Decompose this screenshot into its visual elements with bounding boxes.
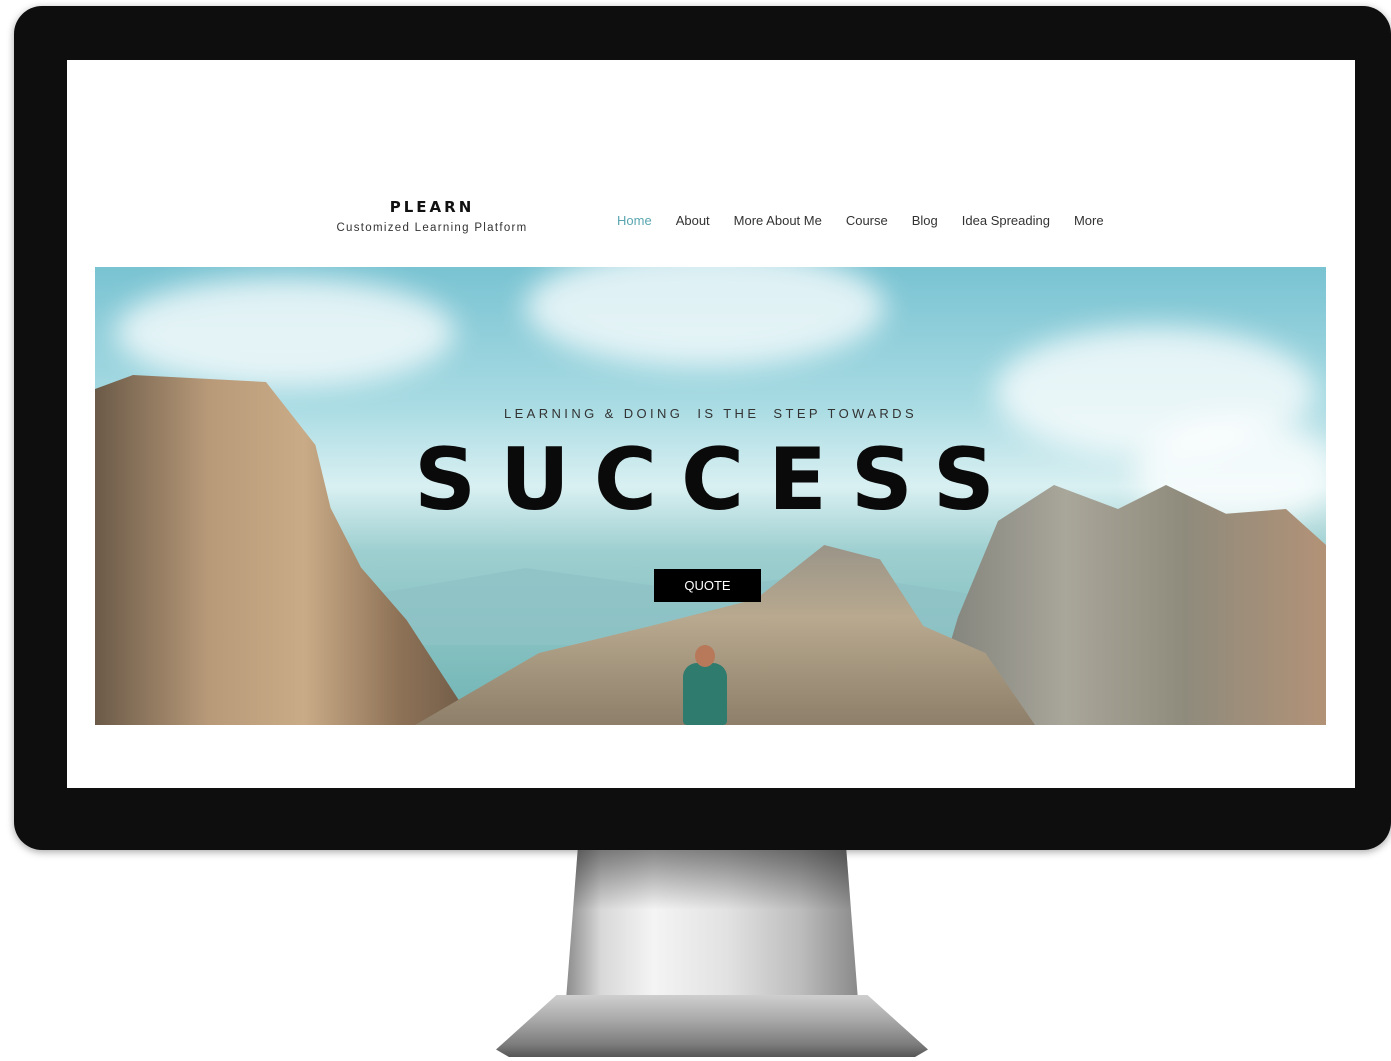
climber-head — [695, 645, 715, 667]
climber-body — [683, 663, 727, 725]
nav-home[interactable]: Home — [605, 213, 664, 228]
nav-more-about-me[interactable]: More About Me — [722, 213, 834, 228]
monitor-stand-base — [496, 995, 928, 1057]
nav-blog[interactable]: Blog — [900, 213, 950, 228]
quote-button[interactable]: QUOTE — [654, 569, 761, 602]
site-logo[interactable]: PLEARN Customized Learning Platform — [329, 198, 535, 234]
hero-banner: LEARNING & DOING IS THE STEP TOWARDS SUC… — [95, 267, 1326, 725]
hero-title: SUCCESS — [414, 430, 1019, 530]
monitor-stand-neck — [566, 850, 858, 1000]
nav-idea-spreading[interactable]: Idea Spreading — [950, 213, 1062, 228]
cloud-shape — [525, 267, 885, 367]
logo-subtitle: Customized Learning Platform — [336, 222, 528, 234]
monitor-frame: PLEARN Customized Learning Platform Home… — [14, 6, 1391, 850]
climber-figure — [673, 641, 737, 725]
nav-about[interactable]: About — [664, 213, 722, 228]
nav-more[interactable]: More — [1062, 213, 1116, 228]
logo-title: PLEARN — [389, 198, 475, 216]
monitor-screen: PLEARN Customized Learning Platform Home… — [67, 60, 1355, 788]
main-nav: Home About More About Me Course Blog Ide… — [605, 213, 1116, 228]
left-cliff — [95, 375, 475, 725]
nav-course[interactable]: Course — [834, 213, 900, 228]
cloud-shape — [115, 277, 455, 387]
hero-subtitle: LEARNING & DOING IS THE STEP TOWARDS — [503, 406, 918, 421]
